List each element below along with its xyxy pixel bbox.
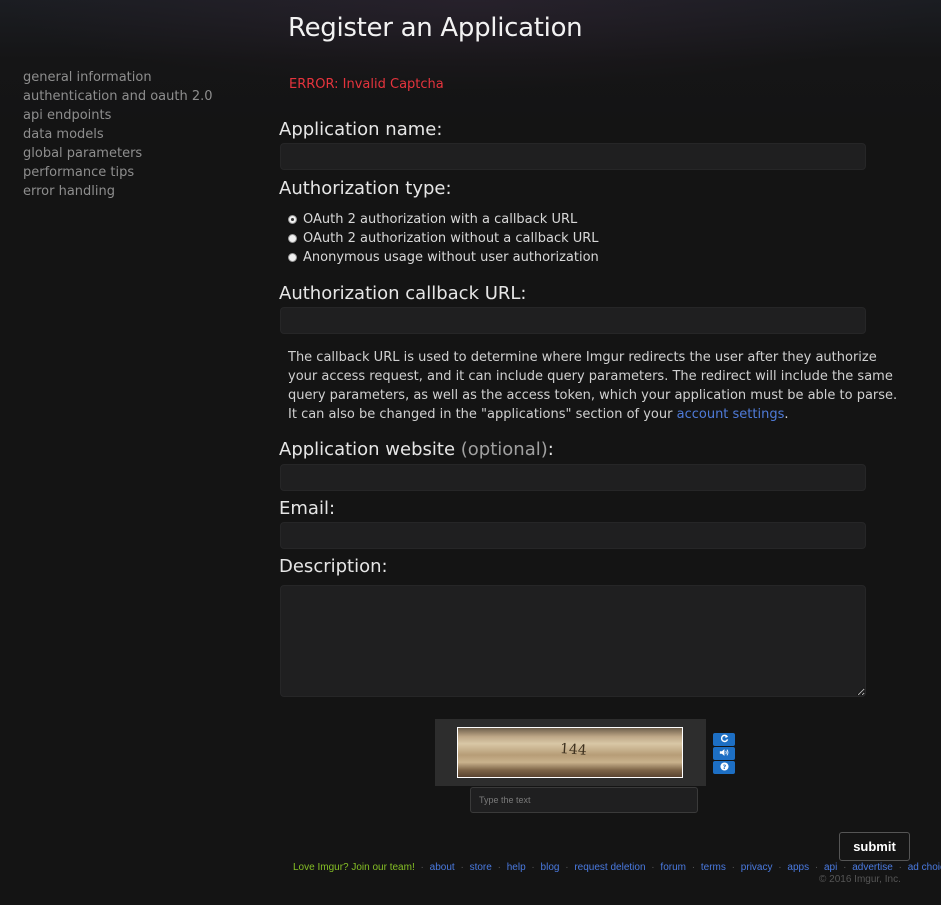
footer-link-privacy[interactable]: privacy — [741, 862, 773, 873]
website-label: Application website (optional): — [279, 439, 554, 460]
footer-separator: · — [420, 862, 424, 873]
captcha-image-text: 144 — [559, 741, 588, 759]
website-optional-text: (optional) — [460, 439, 548, 460]
sidebar-item-error-handling[interactable]: error handling — [23, 182, 253, 201]
page-title: Register an Application — [288, 13, 583, 43]
auth-type-label: Authorization type: — [279, 178, 452, 199]
copyright: © 2016 Imgur, Inc. — [819, 874, 901, 885]
captcha-image: 144 — [457, 727, 683, 778]
footer-link-blog[interactable]: blog — [541, 862, 560, 873]
auth-option-callback[interactable]: OAuth 2 authorization with a callback UR… — [288, 212, 577, 227]
footer-separator: · — [778, 862, 782, 873]
sidebar-item-general-information[interactable]: general information — [23, 68, 253, 87]
description-textarea[interactable] — [280, 585, 866, 697]
footer-separator: · — [531, 862, 535, 873]
website-input[interactable] — [280, 464, 866, 491]
auth-option-label: OAuth 2 authorization without a callback… — [303, 231, 599, 246]
app-name-label: Application name: — [279, 119, 443, 140]
footer-link-request-deletion[interactable]: request deletion — [574, 862, 645, 873]
footer-separator: · — [497, 862, 501, 873]
auth-option-label: Anonymous usage without user authorizati… — [303, 250, 599, 265]
callback-help-end: . — [784, 407, 789, 422]
footer-separator: · — [651, 862, 655, 873]
footer-link-store[interactable]: store — [470, 862, 492, 873]
captcha-input[interactable] — [470, 787, 698, 813]
sidebar-item-authentication[interactable]: authentication and oauth 2.0 — [23, 87, 253, 106]
description-label: Description: — [279, 556, 388, 577]
callback-help-text: The callback URL is used to determine wh… — [288, 348, 898, 424]
footer-separator: · — [843, 862, 847, 873]
footer-link-forum[interactable]: forum — [660, 862, 686, 873]
auth-option-anonymous[interactable]: Anonymous usage without user authorizati… — [288, 250, 599, 265]
footer-separator: · — [460, 862, 464, 873]
radio-button-checked[interactable] — [288, 215, 297, 224]
sidebar-nav: general information authentication and o… — [23, 68, 253, 201]
footer-link-terms[interactable]: terms — [701, 862, 726, 873]
captcha-controls: ? — [713, 733, 735, 775]
footer-separator: · — [691, 862, 696, 873]
sidebar-item-data-models[interactable]: data models — [23, 125, 253, 144]
footer-link-advertise[interactable]: advertise — [852, 862, 893, 873]
footer-link-api[interactable]: api — [824, 862, 837, 873]
footer-links: Love Imgur? Join our team! · about · sto… — [293, 862, 941, 873]
account-settings-link[interactable]: account settings — [677, 407, 785, 422]
footer-link-help[interactable]: help — [507, 862, 526, 873]
footer-separator: · — [898, 862, 902, 873]
auth-option-label: OAuth 2 authorization with a callback UR… — [303, 212, 578, 227]
callback-help-body: The callback URL is used to determine wh… — [288, 350, 898, 422]
callback-url-label: Authorization callback URL: — [279, 283, 527, 304]
footer-separator: · — [565, 862, 569, 873]
sidebar-item-global-parameters[interactable]: global parameters — [23, 144, 253, 163]
app-name-input[interactable] — [280, 143, 866, 170]
footer-join-team-link[interactable]: Love Imgur? Join our team! — [293, 862, 415, 873]
submit-button[interactable]: submit — [839, 832, 910, 861]
sidebar-item-performance-tips[interactable]: performance tips — [23, 163, 253, 182]
speaker-icon[interactable] — [713, 747, 735, 760]
footer-link-ad-choices[interactable]: ad choices — [908, 862, 941, 873]
footer-link-apps[interactable]: apps — [787, 862, 809, 873]
question-icon[interactable]: ? — [713, 761, 735, 774]
refresh-icon[interactable] — [713, 733, 735, 746]
radio-button[interactable] — [288, 234, 297, 243]
callback-url-input[interactable] — [280, 307, 866, 334]
email-input[interactable] — [280, 522, 866, 549]
footer-link-about[interactable]: about — [430, 862, 455, 873]
radio-button[interactable] — [288, 253, 297, 262]
footer-separator: · — [814, 862, 819, 873]
website-label-text: Application website — [279, 439, 456, 460]
sidebar-item-api-endpoints[interactable]: api endpoints — [23, 106, 253, 125]
footer-separator: · — [731, 862, 736, 873]
email-label: Email: — [279, 498, 336, 519]
captcha-widget: 144 — [435, 719, 706, 786]
error-message: ERROR: Invalid Captcha — [289, 77, 444, 92]
auth-option-no-callback[interactable]: OAuth 2 authorization without a callback… — [288, 231, 599, 246]
website-label-colon: : — [547, 439, 554, 460]
svg-text:?: ? — [722, 764, 726, 771]
